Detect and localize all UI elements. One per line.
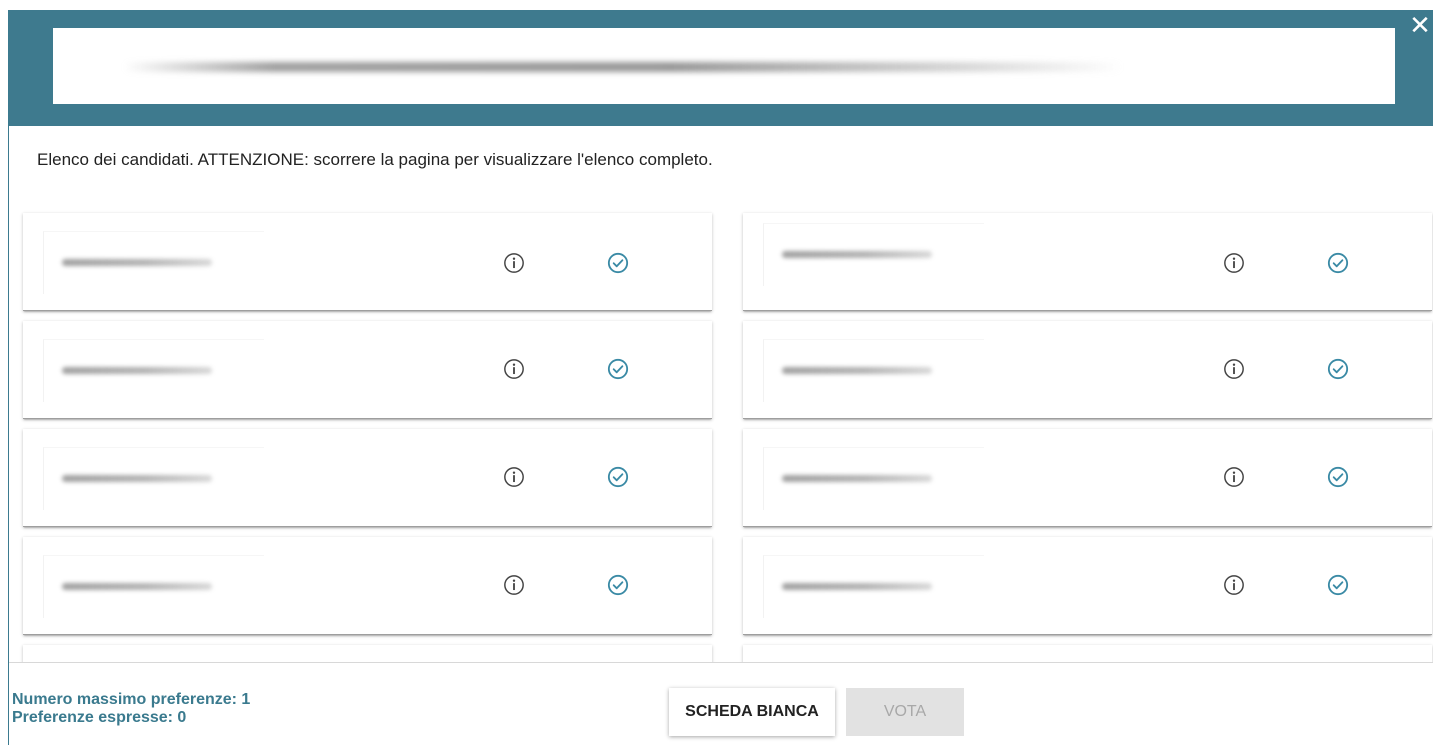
candidate-card (743, 645, 1432, 662)
candidate-card (743, 429, 1432, 527)
select-check-icon[interactable] (607, 466, 629, 488)
candidate-card (23, 429, 712, 527)
candidate-name (763, 555, 984, 618)
candidate-name (43, 231, 264, 294)
candidate-card (743, 213, 1432, 311)
close-icon: ✕ (1409, 10, 1431, 40)
info-icon[interactable] (1223, 574, 1245, 596)
close-button[interactable]: ✕ (1408, 12, 1432, 40)
candidate-name (763, 447, 984, 510)
select-check-icon[interactable] (1327, 466, 1349, 488)
info-icon[interactable] (1223, 252, 1245, 274)
info-icon[interactable] (503, 466, 525, 488)
candidate-name-redacted (62, 583, 212, 590)
candidate-name (43, 339, 264, 402)
expressed-preferences-text: Preferenze espresse: 0 (12, 709, 187, 726)
candidate-card (23, 321, 712, 419)
preferences-summary: Numero massimo preferenze: 1 Preferenze … (12, 691, 250, 727)
ballot-title-box (53, 28, 1395, 104)
modal-header: ✕ (9, 10, 1433, 126)
info-icon[interactable] (1223, 358, 1245, 380)
select-check-icon[interactable] (607, 574, 629, 596)
blank-ballot-button[interactable]: SCHEDA BIANCA (669, 688, 835, 736)
select-check-icon[interactable] (607, 358, 629, 380)
candidate-name-redacted (782, 251, 932, 258)
info-icon[interactable] (503, 252, 525, 274)
candidate-name (763, 339, 984, 402)
candidate-card (743, 537, 1432, 635)
max-preferences-text: Numero massimo preferenze: 1 (12, 691, 251, 708)
select-check-icon[interactable] (607, 252, 629, 274)
select-check-icon[interactable] (1327, 574, 1349, 596)
candidate-name-redacted (782, 583, 932, 590)
candidate-list[interactable] (9, 207, 1433, 662)
candidate-name-redacted (782, 367, 932, 374)
voting-modal: ✕ Elenco dei candidati. ATTENZIONE: scor… (8, 10, 1433, 745)
candidate-name-redacted (782, 475, 932, 482)
candidate-name (43, 555, 264, 618)
info-icon[interactable] (503, 358, 525, 380)
modal-footer: Numero massimo preferenze: 1 Preferenze … (9, 662, 1433, 745)
info-icon[interactable] (1223, 466, 1245, 488)
vote-button[interactable]: VOTA (846, 688, 964, 736)
candidate-name (43, 447, 264, 510)
candidate-card (23, 645, 712, 662)
select-check-icon[interactable] (1327, 252, 1349, 274)
candidate-name (763, 223, 984, 286)
candidate-name-redacted (62, 259, 212, 266)
instructions-text: Elenco dei candidati. ATTENZIONE: scorre… (37, 150, 713, 169)
info-icon[interactable] (503, 574, 525, 596)
candidate-card (23, 213, 712, 311)
ballot-title-redacted (123, 62, 1123, 72)
candidate-card (743, 321, 1432, 419)
candidate-card (23, 537, 712, 635)
candidate-name-redacted (62, 367, 212, 374)
select-check-icon[interactable] (1327, 358, 1349, 380)
candidate-name-redacted (62, 475, 212, 482)
